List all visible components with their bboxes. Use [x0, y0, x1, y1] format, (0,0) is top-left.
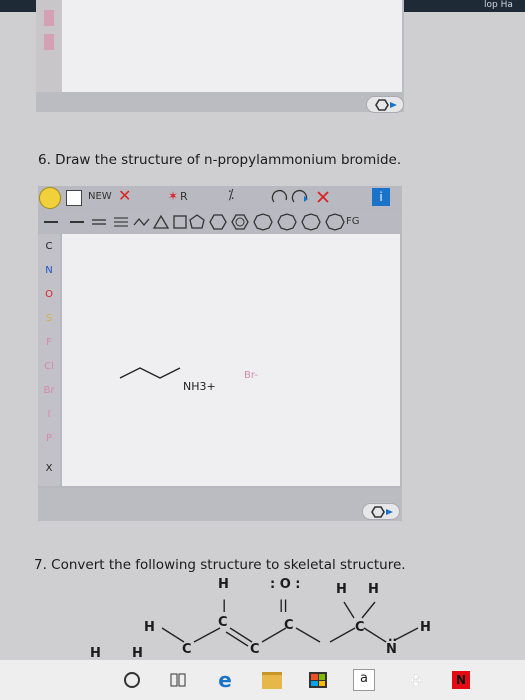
atom-h-bottom1: H: [90, 646, 101, 661]
circle-icon[interactable]: [122, 668, 142, 692]
propyl-chain-drawing: [119, 367, 181, 379]
edge-icon[interactable]: e: [214, 668, 236, 692]
element-oxygen-button[interactable]: O: [38, 284, 60, 306]
bond-and-ring-tools[interactable]: [42, 213, 362, 231]
new-button[interactable]: NEW: [88, 191, 112, 202]
drawing-canvas[interactable]: [62, 234, 400, 486]
atom-h-bottom2: H: [132, 646, 143, 661]
element-any-button[interactable]: X: [38, 458, 60, 480]
question-7-title: 7. Convert the following structure to sk…: [34, 557, 406, 573]
element-fluorine-button[interactable]: F: [38, 332, 60, 354]
question-6-title: 6. Draw the structure of n-propylammoniu…: [38, 152, 402, 168]
element-bromine-button[interactable]: Br: [38, 380, 60, 402]
netflix-icon[interactable]: N: [450, 668, 472, 692]
undo-redo-icons[interactable]: [270, 188, 360, 206]
previous-editor-canvas[interactable]: [62, 0, 402, 92]
question-6-submit-button[interactable]: [362, 503, 400, 520]
amazon-icon[interactable]: a: [352, 668, 376, 692]
info-button[interactable]: i: [372, 188, 390, 206]
atom-h-right: H: [420, 620, 431, 635]
clear-x-icon[interactable]: ✕: [118, 186, 131, 205]
editor-toolbar-top: NEW ✕ ✶ R ⁒ i: [38, 186, 402, 209]
store-icon[interactable]: [306, 668, 330, 692]
r-group-star-icon[interactable]: ✶: [168, 189, 178, 203]
element-sulfur-button[interactable]: S: [38, 308, 60, 330]
element-nitrogen-button[interactable]: N: [38, 260, 60, 282]
previous-editor-bottom-bar: [36, 92, 404, 112]
select-tool-icon[interactable]: [66, 190, 82, 206]
file-explorer-icon[interactable]: [260, 668, 284, 692]
atom-h-top1: H: [218, 577, 229, 592]
functional-group-button[interactable]: FG: [346, 216, 360, 227]
smiley-icon[interactable]: [39, 187, 61, 209]
top-strip-text-right: lop Ha: [484, 0, 513, 10]
lewis-structure-bonds: [161, 601, 419, 647]
prev-tool-swatch: [44, 10, 54, 26]
anion-label: Br-: [244, 370, 258, 381]
element-iodine-button[interactable]: I: [38, 404, 60, 426]
charge-tool-icon[interactable]: ⁒: [228, 188, 234, 203]
atom-h-top3: H: [368, 582, 379, 597]
element-carbon-button[interactable]: C: [38, 236, 60, 258]
editor-bottom-bar: [38, 488, 402, 521]
element-chlorine-button[interactable]: Cl: [38, 356, 60, 378]
cation-label: NH3+: [183, 380, 216, 393]
hexagon-arrow-icon: [371, 506, 393, 518]
prev-tool-swatch: [44, 34, 54, 50]
r-group-button[interactable]: R: [180, 190, 188, 203]
element-phosphorus-button[interactable]: P: [38, 428, 60, 450]
atom-h-top2: H: [336, 582, 347, 597]
atom-oxygen: : O :: [270, 577, 301, 592]
dropbox-icon[interactable]: ✥: [404, 668, 428, 692]
editor-toolbar-shapes: FG: [38, 210, 402, 234]
previous-submit-button[interactable]: [366, 96, 404, 113]
hexagon-arrow-icon: [375, 99, 397, 111]
task-view-icon[interactable]: [168, 668, 188, 692]
